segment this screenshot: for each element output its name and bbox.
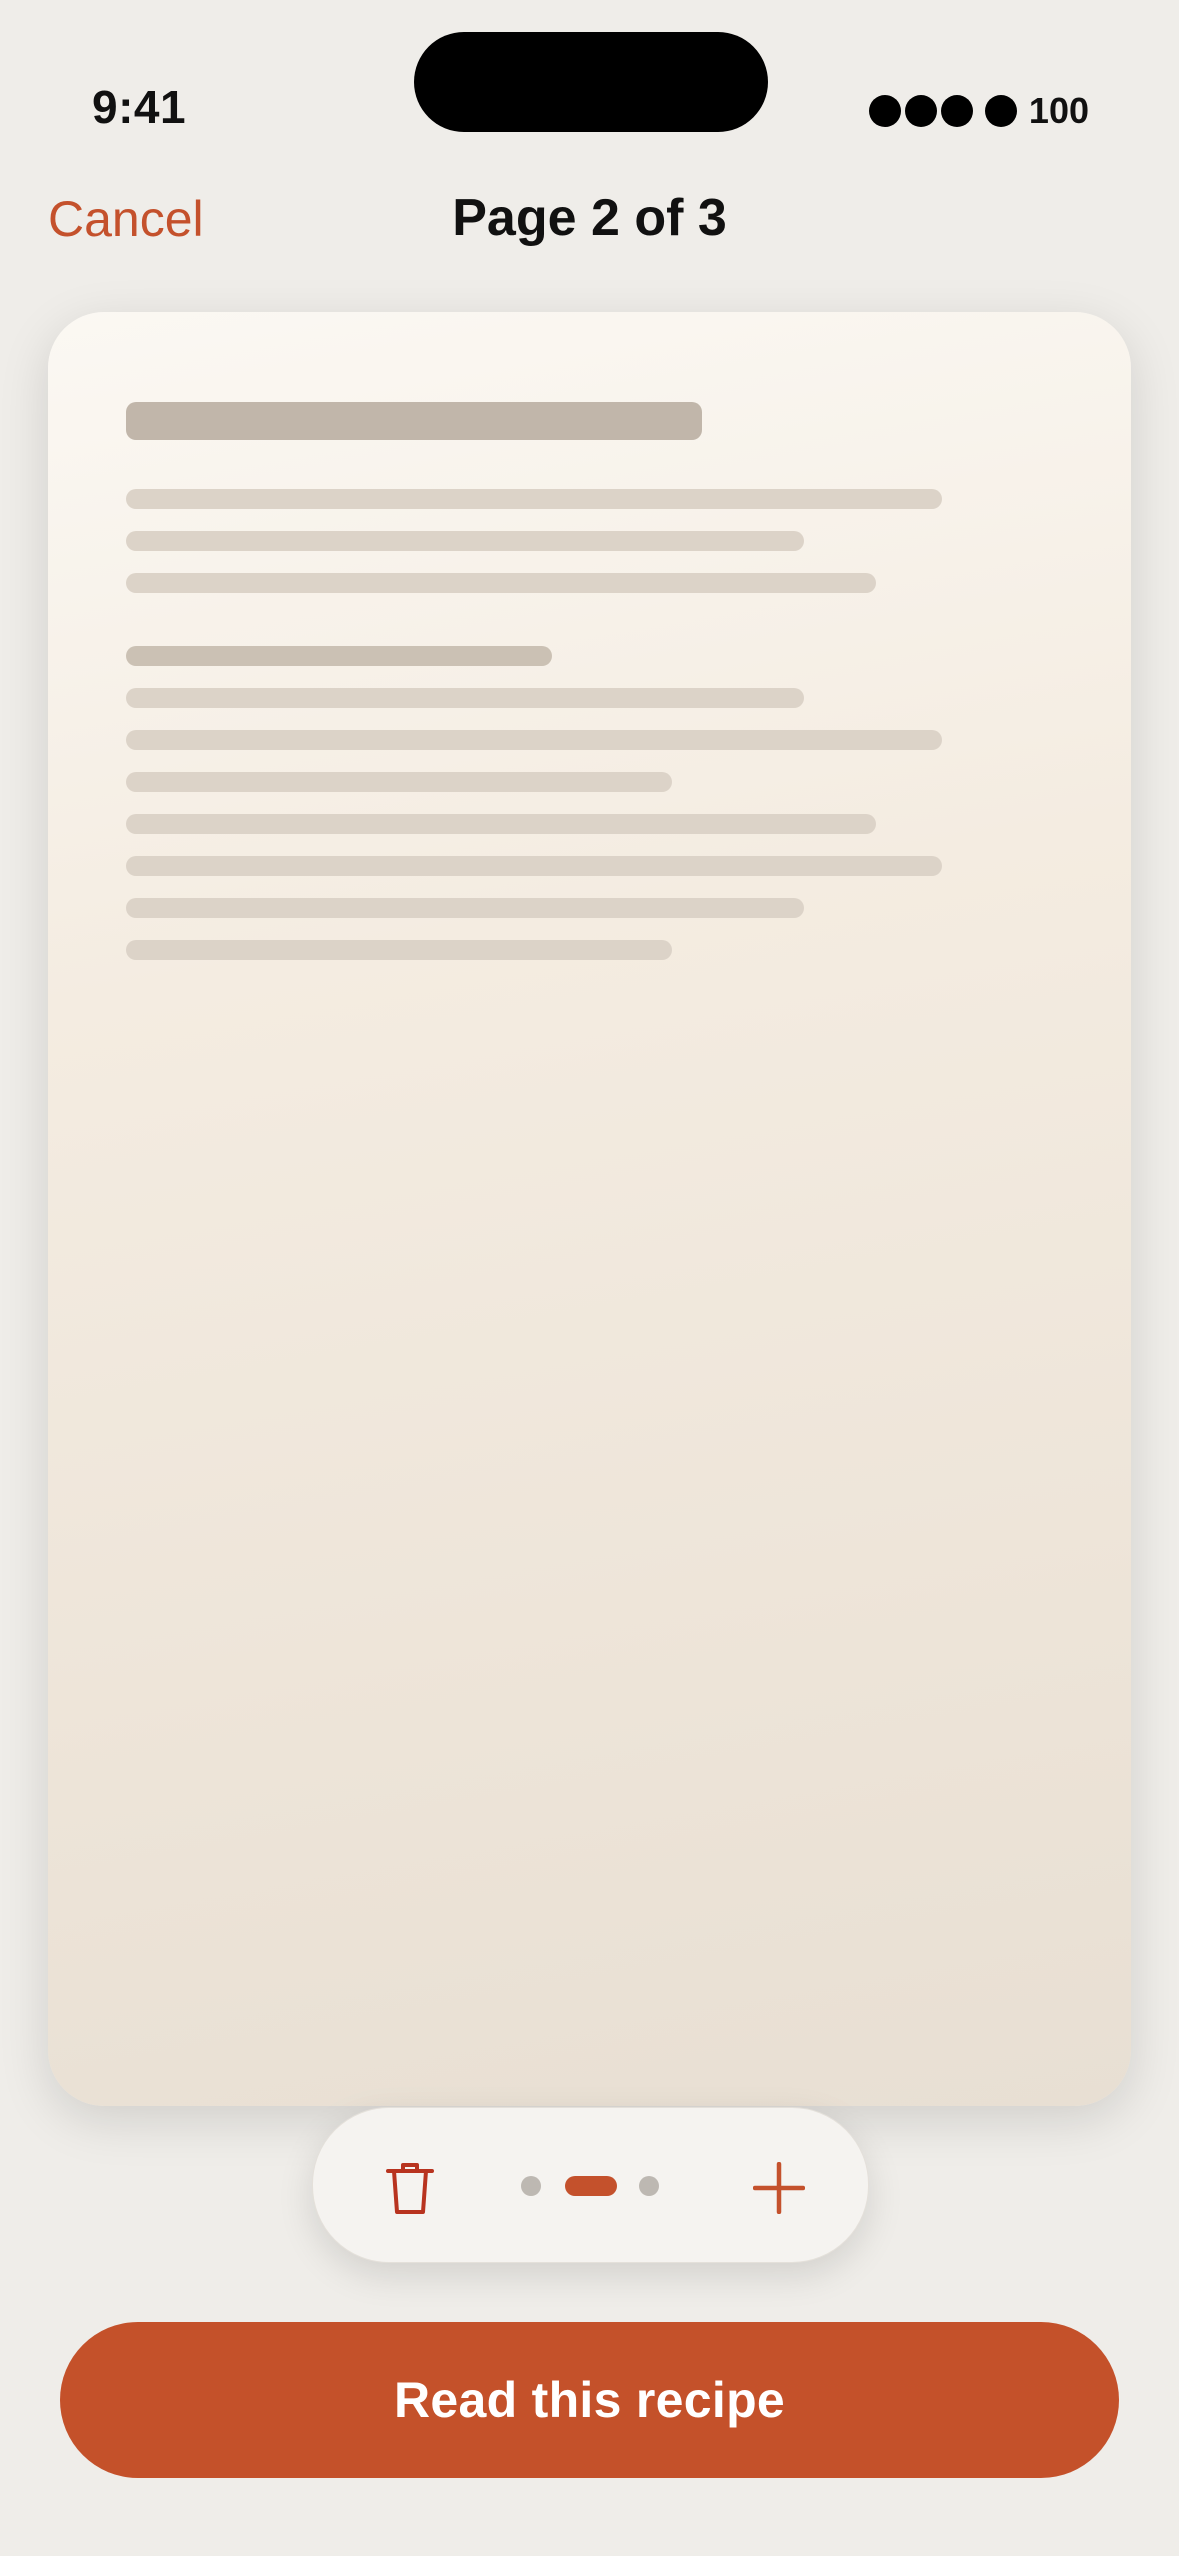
text-placeholder-line (126, 772, 672, 792)
text-placeholder-line (126, 573, 876, 593)
text-placeholder-line (126, 814, 876, 834)
page-indicator-dot[interactable] (521, 2176, 541, 2196)
battery-level: 100 (1028, 90, 1089, 131)
text-placeholder-line (126, 688, 804, 708)
text-placeholder-line (126, 646, 552, 666)
text-placeholder-line (126, 531, 804, 551)
signal-icon (868, 95, 901, 127)
text-placeholder-line (126, 489, 942, 509)
status-indicators: 100 (868, 90, 1089, 132)
text-placeholder-line (126, 856, 942, 876)
wifi-icon (984, 95, 1017, 127)
status-time: 9:41 (92, 81, 187, 133)
signal-icon (940, 95, 973, 127)
page-title: Page 2 of 3 (452, 189, 727, 247)
signal-icon (904, 95, 937, 127)
page-indicator-dot[interactable] (639, 2176, 659, 2196)
text-placeholder-line (126, 940, 672, 960)
read-recipe-button[interactable]: Read this recipe (60, 2322, 1119, 2478)
page-controls (312, 2107, 869, 2263)
page-indicator-dot-active[interactable] (565, 2176, 617, 2196)
plus-icon[interactable] (753, 2162, 805, 2214)
read-recipe-label: Read this recipe (393, 2372, 786, 2428)
trash-icon[interactable] (385, 2160, 435, 2216)
text-placeholder-line (126, 730, 942, 750)
document-preview (48, 312, 1131, 2106)
dynamic-island (414, 32, 768, 132)
text-placeholder-line (126, 898, 804, 918)
text-placeholder-line (126, 402, 702, 440)
